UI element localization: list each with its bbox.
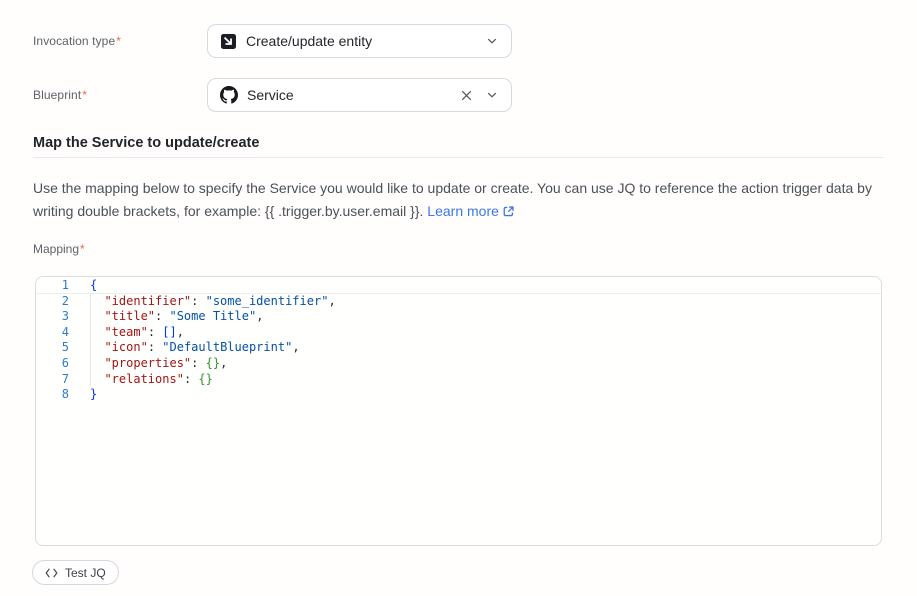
invocation-type-label: Invocation type* bbox=[33, 34, 207, 48]
code-line-content: "properties": {}, bbox=[69, 356, 227, 372]
mapping-label-text: Mapping bbox=[33, 242, 79, 256]
section-description: Use the mapping below to specify the Ser… bbox=[33, 177, 891, 224]
github-icon bbox=[220, 86, 238, 104]
line-number: 6 bbox=[36, 356, 69, 372]
code-line[interactable]: 4 "team": [], bbox=[36, 325, 881, 341]
line-number: 3 bbox=[36, 309, 69, 325]
required-asterisk: * bbox=[116, 34, 121, 48]
code-line[interactable]: 1{ bbox=[36, 278, 881, 294]
line-number: 8 bbox=[36, 387, 69, 403]
line-number: 7 bbox=[36, 372, 69, 388]
clear-x-icon[interactable] bbox=[460, 89, 473, 102]
code-line[interactable]: 3 "title": "Some Title", bbox=[36, 309, 881, 325]
learn-more-text: Learn more bbox=[427, 203, 499, 219]
line-number: 1 bbox=[36, 278, 69, 293]
code-line[interactable]: 5 "icon": "DefaultBlueprint", bbox=[36, 340, 881, 356]
code-lines: 1{2 "identifier": "some_identifier",3 "t… bbox=[36, 278, 881, 403]
invocation-type-row: Invocation type* Create/update entity bbox=[33, 24, 512, 58]
invocation-type-label-text: Invocation type bbox=[33, 34, 115, 48]
invocation-type-select[interactable]: Create/update entity bbox=[207, 24, 512, 58]
blueprint-value: Service bbox=[247, 87, 451, 103]
mapping-label: Mapping* bbox=[33, 242, 85, 256]
code-line-content: "identifier": "some_identifier", bbox=[69, 294, 336, 310]
chevron-down-icon[interactable] bbox=[486, 35, 498, 47]
code-line-content: "icon": "DefaultBlueprint", bbox=[69, 340, 300, 356]
code-line[interactable]: 2 "identifier": "some_identifier", bbox=[36, 294, 881, 310]
blueprint-label-text: Blueprint bbox=[33, 88, 81, 102]
code-line-content: { bbox=[69, 278, 97, 293]
blueprint-select[interactable]: Service bbox=[207, 78, 512, 112]
code-editor-inner: 1{2 "identifier": "some_identifier",3 "t… bbox=[36, 277, 881, 545]
line-number: 4 bbox=[36, 325, 69, 341]
blueprint-label: Blueprint* bbox=[33, 88, 207, 102]
line-number: 2 bbox=[36, 294, 69, 310]
required-asterisk: * bbox=[82, 88, 87, 102]
mapping-code-editor[interactable]: 1{2 "identifier": "some_identifier",3 "t… bbox=[35, 276, 882, 546]
code-brackets-icon bbox=[45, 568, 58, 578]
section-heading: Map the Service to update/create bbox=[33, 135, 259, 151]
required-asterisk: * bbox=[80, 242, 85, 256]
test-jq-button[interactable]: Test JQ bbox=[32, 560, 119, 585]
line-number: 5 bbox=[36, 340, 69, 356]
invocation-type-value: Create/update entity bbox=[246, 33, 477, 49]
code-line[interactable]: 8} bbox=[36, 387, 881, 403]
code-line-content: "title": "Some Title", bbox=[69, 309, 263, 325]
test-jq-label: Test JQ bbox=[65, 566, 106, 580]
learn-more-link[interactable]: Learn more bbox=[427, 203, 515, 219]
blueprint-row: Blueprint* Service bbox=[33, 78, 512, 112]
code-line-content: "team": [], bbox=[69, 325, 184, 341]
code-line-content: } bbox=[69, 387, 97, 403]
indent-guide bbox=[90, 294, 91, 386]
chevron-down-icon[interactable] bbox=[486, 89, 498, 101]
section-divider bbox=[33, 157, 884, 158]
self-service-action-form: Invocation type* Create/update entity Bl… bbox=[0, 0, 917, 596]
blueprint-controls bbox=[460, 89, 498, 102]
entity-icon bbox=[220, 33, 237, 50]
invocation-type-controls bbox=[486, 35, 498, 47]
external-link-icon bbox=[502, 202, 515, 225]
code-line[interactable]: 6 "properties": {}, bbox=[36, 356, 881, 372]
code-line[interactable]: 7 "relations": {} bbox=[36, 372, 881, 388]
